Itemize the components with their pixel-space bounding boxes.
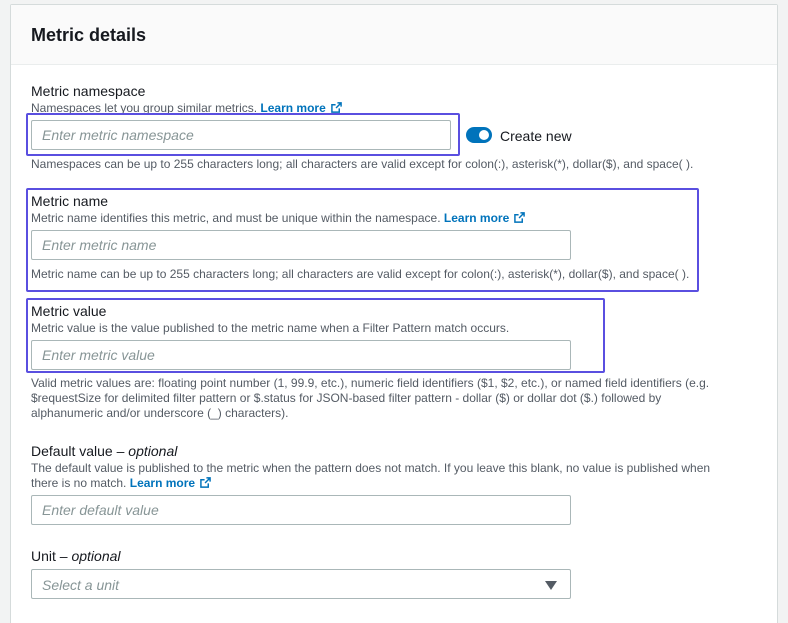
metric-name-learn-more-text: Learn more [443,211,510,225]
unit-label: Unit – optional [31,548,121,564]
metric-value-constraint-line-2: $requestSize for delimited filter patter… [31,391,662,405]
metric-value-input[interactable] [31,340,571,370]
metric-name-learn-more-link[interactable]: Learn more [443,211,526,225]
metric-value-description: Metric value is the value published to t… [31,321,510,335]
namespace-learn-more-link[interactable]: Learn more [260,101,342,115]
unit-label-text: Unit – [31,548,72,564]
create-new-label: Create new [500,128,572,144]
metric-value-constraint-line-1: Valid metric values are: floating point … [31,376,710,390]
default-value-input[interactable] [31,495,571,525]
default-value-description-line-1: The default value is published to the me… [31,461,711,475]
caret-down-icon [545,581,557,590]
metric-name-description: Metric name identifies this metric, and … [31,211,526,226]
namespace-learn-more-text: Learn more [260,101,326,115]
metric-name-label: Metric name [31,193,109,209]
namespace-description: Namespaces let you group similar metrics… [31,101,342,116]
unit-select[interactable]: Select a unit [31,569,571,599]
metric-value-constraint-line-3: alphanumeric and/or underscore (_) chara… [31,406,289,420]
create-new-toggle[interactable] [466,127,492,143]
default-value-learn-more-link[interactable]: Learn more [130,476,211,490]
external-link-icon [330,102,342,113]
namespace-description-text: Namespaces let you group similar metrics… [31,101,258,115]
metric-details-panel: Metric details Metric namespace Namespac… [10,4,778,623]
metric-name-input[interactable] [31,230,571,260]
toggle-knob [479,130,489,140]
default-value-label: Default value – optional [31,443,177,459]
namespace-constraint: Namespaces can be up to 255 characters l… [31,157,694,171]
external-link-icon [200,477,211,488]
external-link-icon [514,212,526,223]
panel-header: Metric details [11,5,777,65]
default-value-label-text: Default value – [31,443,129,459]
default-value-description-text: there is no match. [31,476,127,490]
unit-select-placeholder: Select a unit [42,577,120,593]
metric-name-description-text: Metric name identifies this metric, and … [31,211,441,225]
metric-value-label: Metric value [31,303,107,319]
default-value-optional: optional [128,443,178,459]
metric-name-constraint: Metric name can be up to 255 characters … [31,267,690,281]
unit-optional: optional [71,548,121,564]
namespace-label: Metric namespace [31,83,146,99]
metric-namespace-input[interactable] [31,120,451,150]
default-value-description-line-2: there is no match. Learn more [31,476,211,491]
panel-title: Metric details [31,25,147,45]
default-value-learn-more-text: Learn more [129,476,196,490]
